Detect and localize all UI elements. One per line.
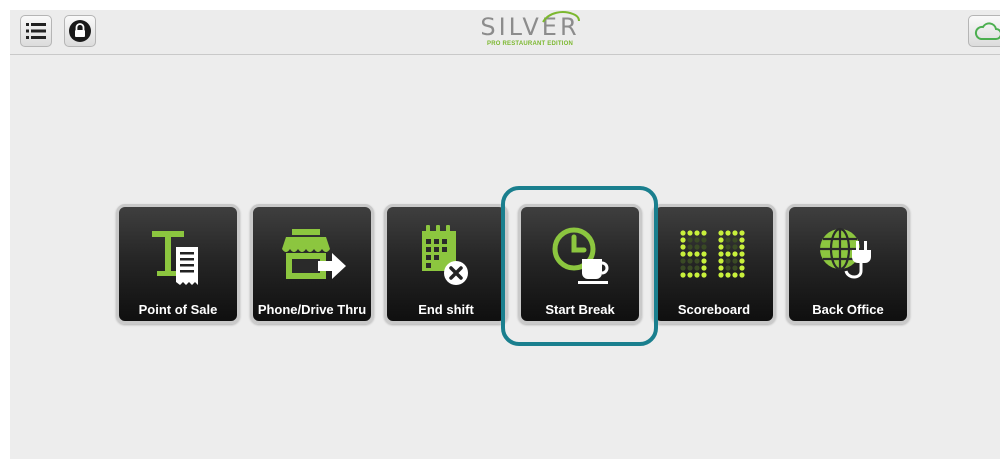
tile-label: Start Break [545, 302, 615, 317]
cloud-icon [974, 22, 1000, 40]
app-window: SILVER PRO RESTAURANT EDITION Point of S… [10, 10, 1000, 459]
globe-plug-icon [820, 227, 871, 279]
tile-back-office[interactable]: Back Office [786, 204, 910, 324]
tile-start-break[interactable]: Start Break [518, 204, 642, 324]
list-icon [26, 23, 46, 39]
tile-point-of-sale[interactable]: Point of Sale [116, 204, 240, 324]
logo-swoosh-icon [542, 11, 580, 23]
lock-button[interactable] [64, 15, 96, 47]
storefront-arrow-icon [282, 229, 346, 279]
module-tiles: Point of Sale Phone/Drive Thru End shift… [116, 204, 916, 324]
tile-phone-drive-thru[interactable]: Phone/Drive Thru [250, 204, 374, 324]
clock-coffee-icon [552, 227, 609, 284]
lock-icon [69, 20, 91, 42]
tile-label: Phone/Drive Thru [257, 302, 367, 317]
logo-subtitle: PRO RESTAURANT EDITION [487, 41, 573, 47]
cloud-sync-button[interactable] [968, 15, 1000, 47]
tile-scoreboard[interactable]: Scoreboard [652, 204, 776, 324]
calendar-close-icon [422, 225, 468, 285]
pos-receipt-icon [152, 231, 198, 285]
tile-label: Scoreboard [677, 302, 751, 317]
tile-label: Back Office [812, 302, 884, 317]
menu-button[interactable] [20, 15, 52, 47]
tile-end-shift[interactable]: End shift [384, 204, 508, 324]
top-bar: SILVER PRO RESTAURANT EDITION [10, 10, 1000, 55]
tile-label: End shift [418, 302, 474, 317]
silver-logo: SILVER PRO RESTAURANT EDITION [465, 11, 595, 52]
tile-label: Point of Sale [138, 302, 218, 317]
scoreboard-icon [680, 230, 745, 278]
